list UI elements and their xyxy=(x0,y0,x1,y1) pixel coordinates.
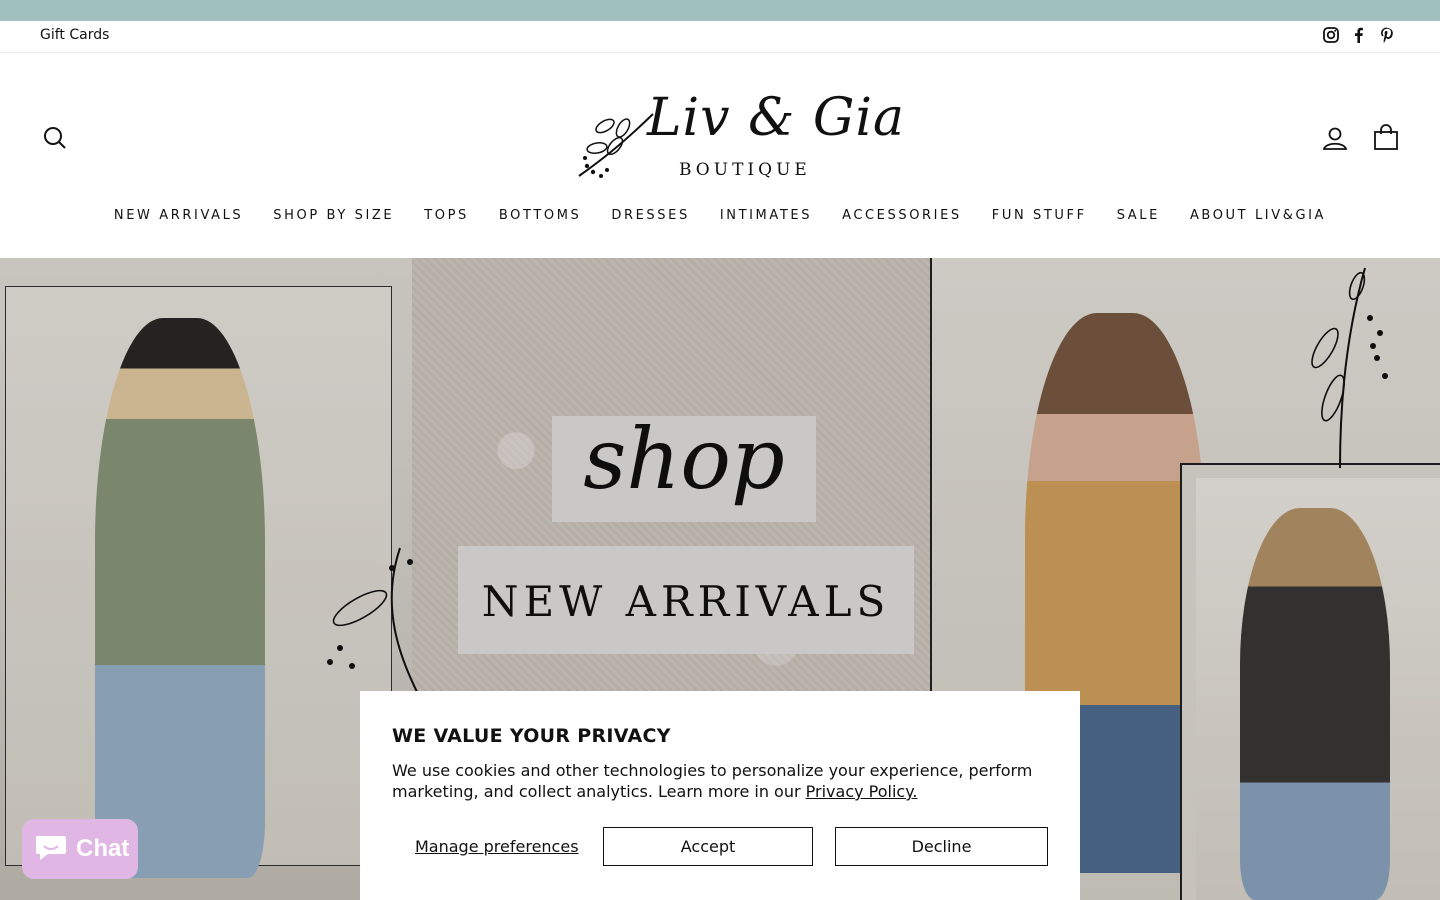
privacy-text: We use cookies and other technologies to… xyxy=(392,761,1033,801)
utility-bar: Gift Cards xyxy=(0,21,1440,53)
gift-cards-link[interactable]: Gift Cards xyxy=(40,27,109,43)
logo-wordmark: Liv & Gia xyxy=(647,88,906,148)
logo-branch-icon xyxy=(578,113,654,178)
chat-button[interactable]: Chat xyxy=(22,819,138,879)
privacy-policy-link[interactable]: Privacy Policy. xyxy=(806,782,918,801)
nav-item-about[interactable]: ABOUT LIV&GIA xyxy=(1175,208,1341,223)
account-icon[interactable] xyxy=(1322,125,1348,151)
announcement-bar xyxy=(0,0,1440,21)
privacy-modal: WE VALUE YOUR PRIVACY We use cookies and… xyxy=(360,691,1080,900)
pinterest-icon[interactable] xyxy=(1378,26,1396,44)
instagram-icon[interactable] xyxy=(1322,26,1340,44)
nav-item-new-arrivals[interactable]: NEW ARRIVALS xyxy=(99,208,258,223)
logo-subtitle: BOUTIQUE xyxy=(679,160,811,180)
nav-item-dresses[interactable]: DRESSES xyxy=(596,208,704,223)
nav-item-accessories[interactable]: ACCESSORIES xyxy=(827,208,977,223)
nav-item-sale[interactable]: SALE xyxy=(1102,208,1175,223)
chat-label: Chat xyxy=(76,835,130,862)
site-logo[interactable]: Liv & Gia BOUTIQUE xyxy=(575,88,904,188)
nav-item-tops[interactable]: TOPS xyxy=(409,208,484,223)
nav-item-fun-stuff[interactable]: FUN STUFF xyxy=(977,208,1102,223)
cart-icon[interactable] xyxy=(1373,123,1399,151)
nav-item-bottoms[interactable]: BOTTOMS xyxy=(484,208,596,223)
facebook-icon[interactable] xyxy=(1350,26,1368,44)
nav-item-intimates[interactable]: INTIMATES xyxy=(705,208,827,223)
social-links xyxy=(1322,26,1396,44)
accept-button[interactable]: Accept xyxy=(603,827,813,866)
search-icon[interactable] xyxy=(42,125,68,151)
main-nav: NEW ARRIVALS SHOP BY SIZE TOPS BOTTOMS D… xyxy=(0,208,1440,223)
nav-item-shop-by-size[interactable]: SHOP BY SIZE xyxy=(258,208,409,223)
chat-bubble-icon xyxy=(34,832,68,866)
decline-button[interactable]: Decline xyxy=(835,827,1048,866)
manage-preferences-link[interactable]: Manage preferences xyxy=(415,837,579,856)
site-header: Liv & Gia BOUTIQUE NEW ARRIVALS SHOP BY … xyxy=(0,53,1440,258)
privacy-body: We use cookies and other technologies to… xyxy=(392,760,1052,802)
privacy-title: WE VALUE YOUR PRIVACY xyxy=(392,725,671,747)
